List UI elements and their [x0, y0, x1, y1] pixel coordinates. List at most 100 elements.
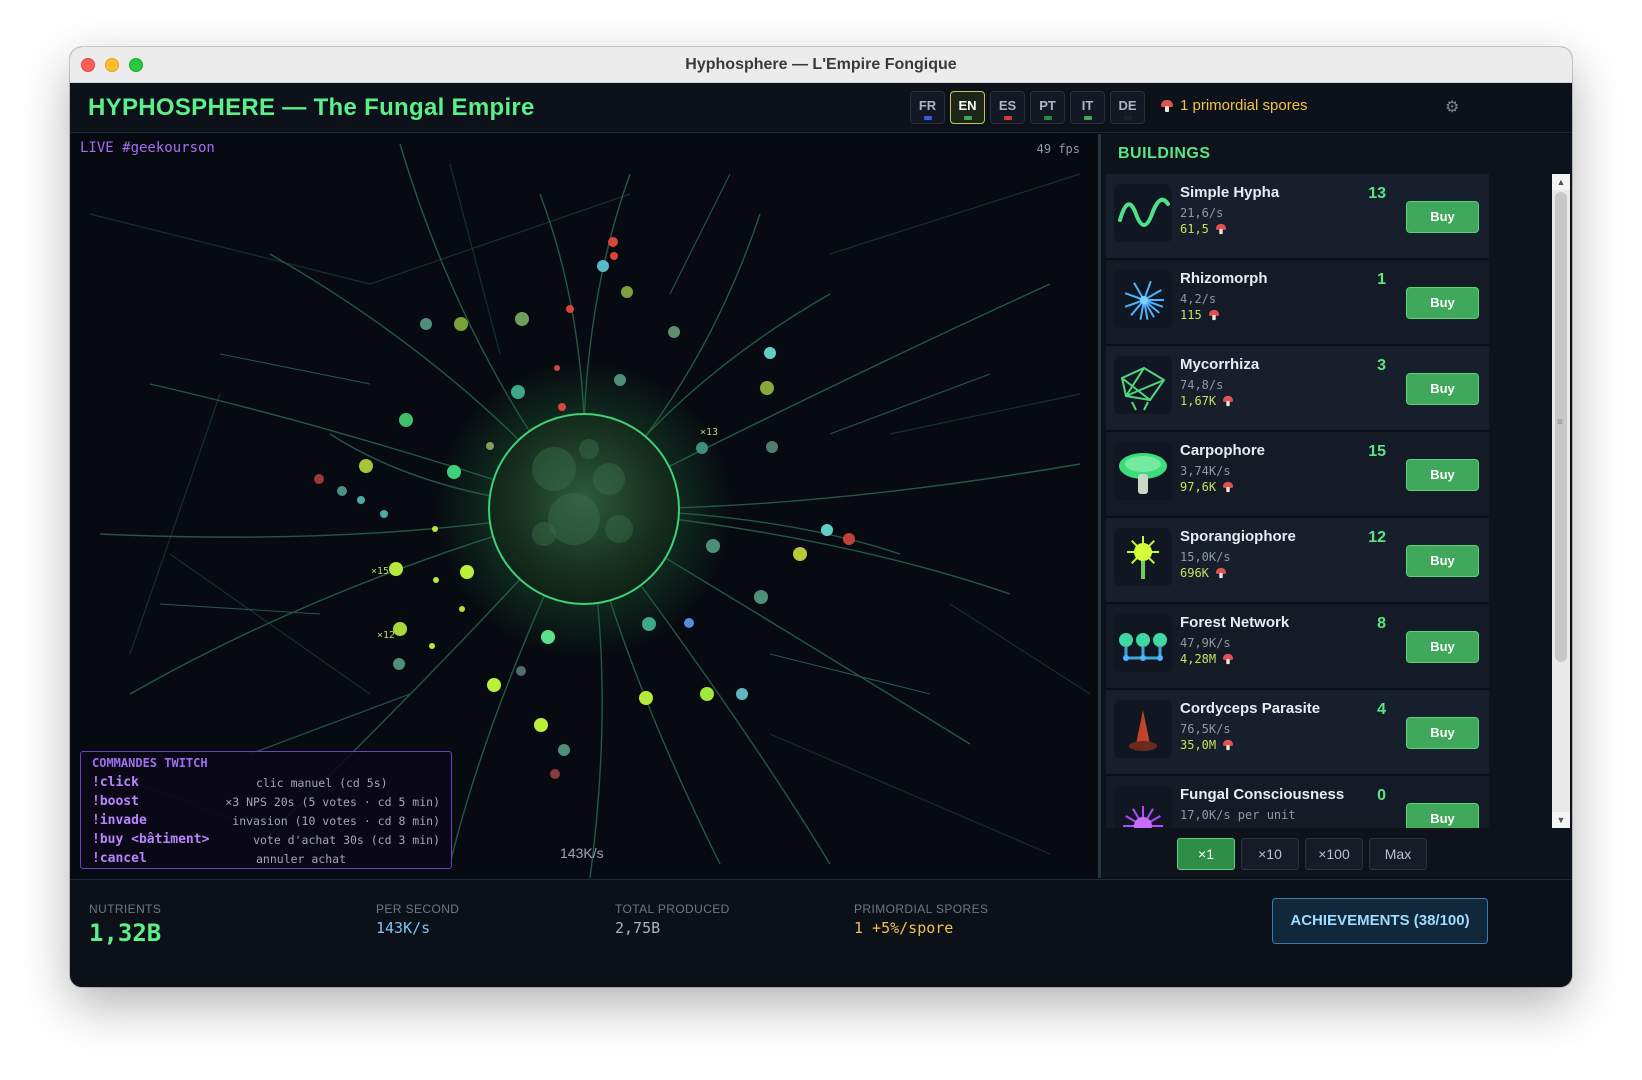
- lang-code: DE: [1118, 98, 1137, 113]
- quantity-button[interactable]: ×1: [1177, 838, 1235, 870]
- cordyceps-icon: [1114, 700, 1172, 758]
- building-cost-value: 115: [1180, 308, 1202, 322]
- total-produced-value: 2,75B: [615, 919, 661, 937]
- buildings-scrollbar[interactable]: ▲ ▼: [1552, 174, 1570, 828]
- scroll-up-arrow[interactable]: ▲: [1552, 174, 1570, 190]
- twitch-command-desc: ×3 NPS 20s (5 votes · cd 5 min): [225, 794, 440, 809]
- primordial-spores-value: 1 +5%/spore: [854, 919, 954, 937]
- twitch-command: !click: [92, 775, 139, 790]
- building-rate: 74,8/s: [1180, 378, 1224, 392]
- lang-code: PT: [1039, 98, 1056, 113]
- building-name: Cordyceps Parasite: [1180, 700, 1321, 717]
- hypha-wave-icon: [1114, 184, 1172, 242]
- gear-icon[interactable]: ⚙: [1445, 97, 1459, 117]
- app-header: HYPHOSPHERE — The Fungal Empire FR EN ES PT…: [70, 83, 1572, 133]
- building-count: 13: [1368, 185, 1386, 202]
- building-cost-value: 35,0M: [1180, 738, 1217, 752]
- quantity-button[interactable]: ×100: [1305, 838, 1363, 870]
- building-row[interactable]: Carpophore 3,74K/s 97,6K 15 Buy: [1106, 432, 1489, 518]
- building-name: Fungal Consciousness: [1180, 786, 1345, 803]
- building-row[interactable]: Forest Network 47,9K/s 4,28M 8 Buy: [1106, 604, 1489, 690]
- quantity-button[interactable]: ×10: [1241, 838, 1299, 870]
- mushroom-icon: [1215, 567, 1227, 579]
- mushroom-icon: [1222, 481, 1234, 493]
- lang-button-es[interactable]: ES: [990, 91, 1025, 124]
- building-rate: 76,5K/s: [1180, 722, 1231, 736]
- flag-icon: [964, 116, 972, 120]
- per-second-value: 143K/s: [376, 919, 431, 937]
- twitch-command-desc: invasion (10 votes · cd 8 min): [232, 813, 440, 828]
- mycorrhiza-net-icon: [1114, 356, 1172, 414]
- nutrients-stat: NUTRIENTS 1,32B: [89, 902, 161, 947]
- primordial-spores-indicator: 1 primordial spores: [1160, 97, 1308, 114]
- mushroom-icon: [1215, 223, 1227, 235]
- building-cost: 1,67K: [1180, 394, 1235, 408]
- fps-counter: 49 fps: [1036, 142, 1080, 156]
- mushroom-cap-icon: [1114, 442, 1172, 500]
- lang-code: EN: [958, 98, 977, 113]
- consciousness-burst-icon: [1114, 786, 1172, 828]
- quantity-button[interactable]: Max: [1369, 838, 1427, 870]
- buy-button[interactable]: Buy: [1406, 373, 1479, 405]
- twitch-command: !boost: [92, 794, 139, 809]
- flag-icon: [924, 116, 932, 120]
- scroll-down-arrow[interactable]: ▼: [1552, 812, 1570, 828]
- twitch-command: !buy <bâtiment>: [92, 832, 210, 847]
- twitch-command: !cancel: [92, 851, 147, 866]
- building-row[interactable]: Mycorrhiza 74,8/s 1,67K 3 Buy: [1106, 346, 1489, 432]
- building-rate: 4,2/s: [1180, 292, 1217, 306]
- lang-button-pt[interactable]: PT: [1030, 91, 1065, 124]
- building-name: Carpophore: [1180, 442, 1266, 459]
- buy-button[interactable]: Buy: [1406, 631, 1479, 663]
- lang-code: FR: [918, 98, 937, 113]
- mushroom-icon: [1208, 309, 1220, 321]
- window-title: Hyphosphere — L'Empire Fongique: [685, 56, 957, 73]
- building-row[interactable]: Sporangiophore 15,0K/s 696K 12 Buy: [1106, 518, 1489, 604]
- achievements-button[interactable]: ACHIEVEMENTS (38/100): [1272, 898, 1488, 944]
- app-title: HYPHOSPHERE — The Fungal Empire: [88, 94, 535, 121]
- buy-button[interactable]: Buy: [1406, 201, 1479, 233]
- flag-icon: [1004, 116, 1012, 120]
- buy-button[interactable]: Buy: [1406, 803, 1479, 828]
- node-multiplier: ×13: [700, 427, 719, 438]
- game-canvas[interactable]: LIVE #geekourson 49 fps ×13 ×15 ×12 143K…: [70, 134, 1098, 878]
- building-row[interactable]: Simple Hypha 21,6/s 61,5 13 Buy: [1106, 174, 1489, 260]
- twitch-command-desc: clic manuel (cd 5s): [256, 775, 388, 790]
- twitch-command-row: !cancel annuler achat: [92, 849, 440, 868]
- flag-icon: [1124, 116, 1132, 120]
- window-titlebar[interactable]: Hyphosphere — L'Empire Fongique: [70, 47, 1572, 83]
- building-cost: 4,28M: [1180, 652, 1235, 666]
- tree-network-icon: [1114, 614, 1172, 672]
- building-rate: 21,6/s: [1180, 206, 1224, 220]
- nutrients-label: NUTRIENTS: [89, 902, 162, 916]
- lang-button-de[interactable]: DE: [1110, 91, 1145, 124]
- mushroom-icon: [1222, 395, 1234, 407]
- building-name: Sporangiophore: [1180, 528, 1296, 545]
- flag-icon: [1084, 116, 1092, 120]
- building-cost: 115: [1180, 308, 1221, 322]
- app-window: Hyphosphere — L'Empire Fongique HYPHOSPH…: [70, 47, 1572, 987]
- total-produced-label: TOTAL PRODUCED: [615, 902, 730, 916]
- buy-button[interactable]: Buy: [1406, 287, 1479, 319]
- buy-button[interactable]: Buy: [1406, 459, 1479, 491]
- building-name: Forest Network: [1180, 614, 1290, 631]
- building-rate: 17,0K/s per unit: [1180, 808, 1296, 822]
- buildings-list[interactable]: Simple Hypha 21,6/s 61,5 13 Buy Rhizomorph 4,2…: [1106, 174, 1489, 828]
- scrollbar-thumb[interactable]: [1555, 192, 1567, 662]
- node-multiplier: ×12: [377, 630, 396, 641]
- buy-button[interactable]: Buy: [1406, 545, 1479, 577]
- mushroom-icon: [1160, 99, 1174, 113]
- building-row[interactable]: Fungal Consciousness 17,0K/s per unit 0 Buy: [1106, 776, 1489, 828]
- lang-button-en[interactable]: EN: [950, 91, 985, 124]
- buy-button[interactable]: Buy: [1406, 717, 1479, 749]
- building-count: 4: [1377, 701, 1386, 718]
- twitch-commands-title: COMMANDES TWITCH: [92, 756, 208, 770]
- lang-button-fr[interactable]: FR: [910, 91, 945, 124]
- building-name: Rhizomorph: [1180, 270, 1268, 287]
- primordial-spores-stat: PRIMORDIAL SPORES 1 +5%/spore: [854, 902, 988, 937]
- canvas-rate-label: 143K/s: [560, 845, 604, 861]
- building-cost-value: 696K: [1180, 566, 1209, 580]
- building-row[interactable]: Cordyceps Parasite 76,5K/s 35,0M 4 Buy: [1106, 690, 1489, 776]
- lang-button-it[interactable]: IT: [1070, 91, 1105, 124]
- building-row[interactable]: Rhizomorph 4,2/s 115 1 Buy: [1106, 260, 1489, 346]
